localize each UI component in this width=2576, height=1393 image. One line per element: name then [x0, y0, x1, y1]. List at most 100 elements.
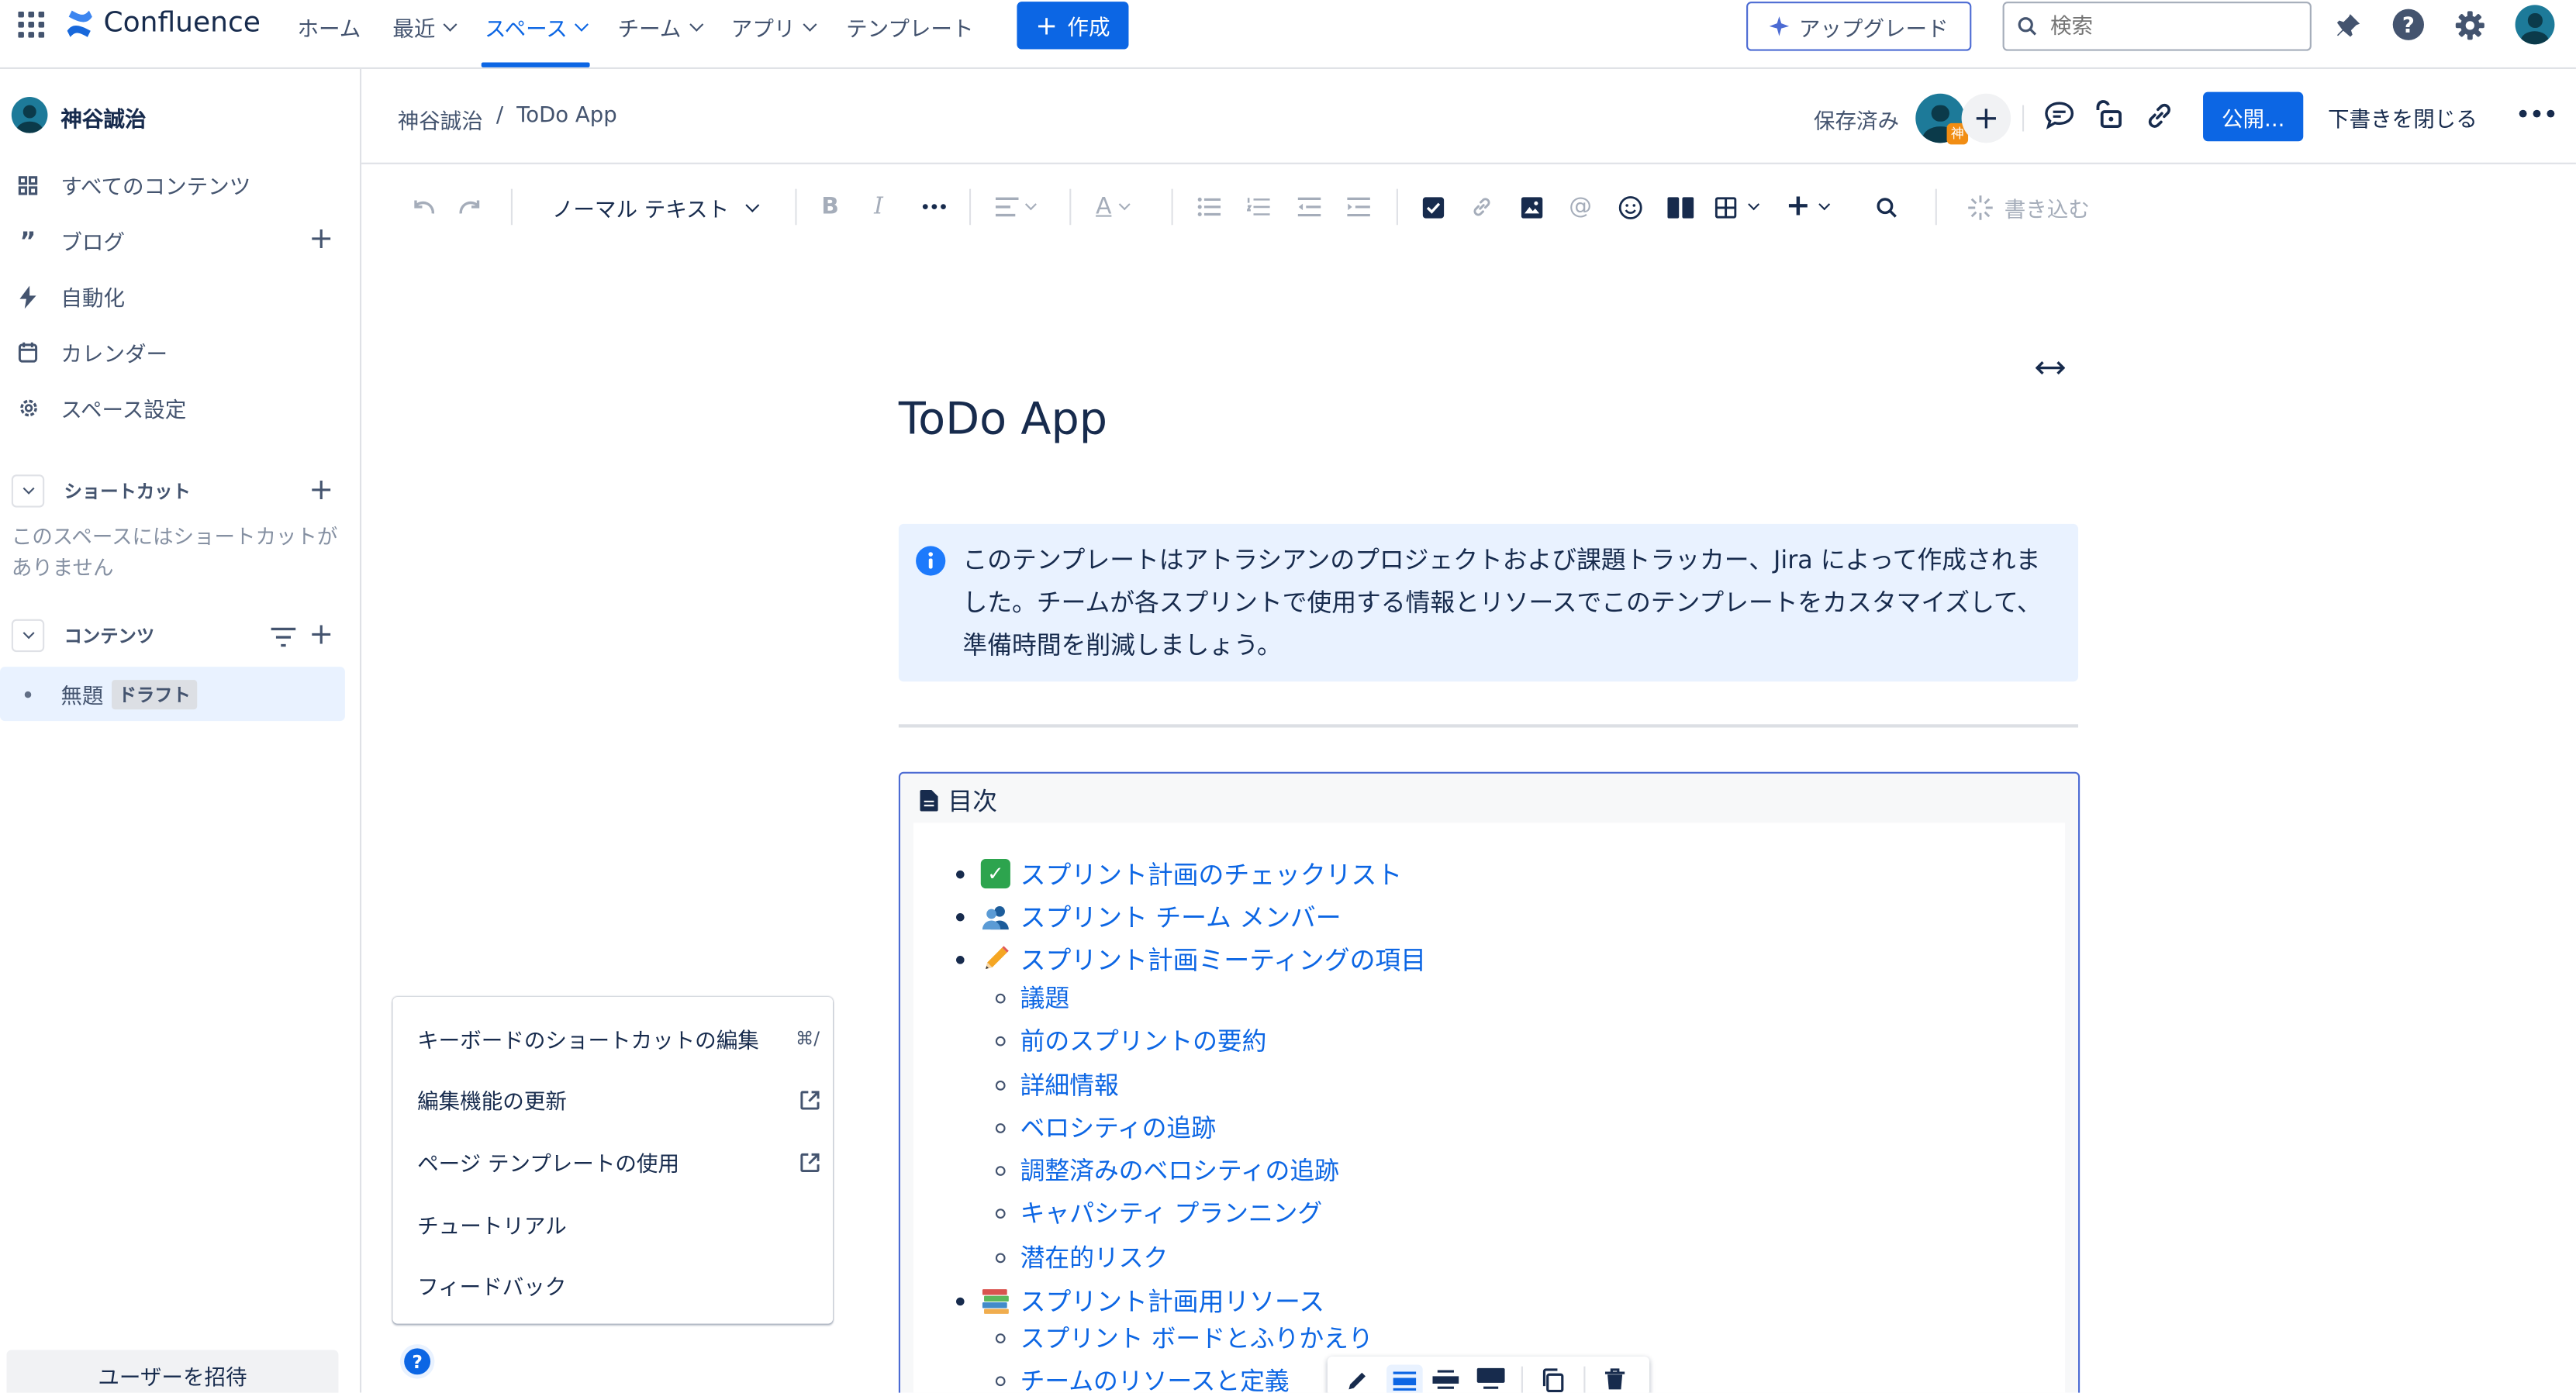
toc-link[interactable]: スプリント チーム メンバー — [1020, 898, 1342, 935]
link-icon[interactable] — [1470, 189, 1493, 226]
upgrade-button[interactable]: アップグレード — [1746, 2, 1972, 51]
emoji-icon[interactable] — [1618, 189, 1643, 226]
toc-link[interactable]: 調整済みのベロシティの追跡 — [1020, 1153, 1339, 1187]
toc-link[interactable]: スプリント ボードとふりかえり — [1020, 1320, 1373, 1354]
nav-teams[interactable]: チーム — [618, 12, 703, 43]
close-draft-button[interactable]: 下書きを閉じる — [2328, 92, 2478, 142]
layouts-icon[interactable] — [1667, 189, 1694, 226]
help-icon[interactable]: ? — [2391, 6, 2427, 43]
toc-link[interactable]: ベロシティの追跡 — [1020, 1110, 1216, 1144]
add-collaborator-button[interactable]: + — [1961, 93, 2011, 143]
profile-avatar[interactable] — [2515, 5, 2555, 45]
table-icon[interactable] — [1714, 189, 1760, 226]
nav-templates[interactable]: テンプレート — [846, 12, 973, 43]
space-name[interactable]: 神谷誠治 — [60, 102, 146, 133]
sidebar-item-automation[interactable]: 自動化 — [16, 281, 125, 312]
add-shortcut-icon[interactable]: + — [309, 475, 333, 505]
toc-subitem[interactable]: ベロシティの追跡 — [995, 1110, 1216, 1144]
restrictions-unlock-icon[interactable] — [2093, 98, 2122, 136]
ai-write-button[interactable]: 書き込む — [1967, 189, 2090, 226]
outdent-icon[interactable] — [1297, 189, 1321, 226]
nav-spaces[interactable]: スペース — [485, 12, 589, 43]
mention-icon[interactable]: @ — [1569, 189, 1592, 226]
toc-item[interactable]: ✓ スプリント計画のチェックリスト — [956, 856, 1402, 892]
layout-center-icon[interactable] — [1386, 1364, 1423, 1393]
nav-home[interactable]: ホーム — [297, 12, 361, 43]
add-content-icon[interactable]: + — [309, 620, 333, 650]
text-color-icon[interactable]: A — [1096, 189, 1130, 226]
edit-pencil-icon[interactable] — [1347, 1370, 1369, 1393]
toc-subitem[interactable]: キャパシティ プランニング — [995, 1195, 1323, 1229]
image-icon[interactable] — [1521, 189, 1543, 226]
nav-recent[interactable]: 最近 — [392, 12, 458, 43]
action-item-checkbox-icon[interactable] — [1422, 189, 1445, 226]
add-blog-icon[interactable]: + — [309, 224, 333, 254]
breadcrumb-page-link[interactable]: ToDo App — [516, 103, 617, 134]
delete-icon[interactable] — [1604, 1368, 1625, 1393]
toc-link[interactable]: 議題 — [1020, 981, 1070, 1015]
editor-help-button[interactable]: ? — [399, 1343, 436, 1386]
sidebar-item-space-settings[interactable]: スペース設定 — [16, 392, 186, 424]
alignment-icon[interactable] — [995, 189, 1037, 226]
undo-icon[interactable] — [409, 189, 436, 226]
italic-icon[interactable]: I — [874, 189, 883, 226]
layout-full-width-icon[interactable] — [1476, 1367, 1505, 1393]
contents-header[interactable]: コンテンツ — [11, 619, 154, 653]
page-tree-item[interactable]: 無題 ドラフト — [0, 667, 345, 722]
more-formatting-icon[interactable]: ••• — [920, 189, 948, 226]
toc-link[interactable]: キャパシティ プランニング — [1020, 1195, 1323, 1229]
toc-subitem[interactable]: 調整済みのベロシティの追跡 — [995, 1153, 1339, 1187]
sidebar-item-all-content[interactable]: すべてのコンテンツ — [16, 169, 250, 200]
sidebar-item-blog[interactable]: ” ブログ — [16, 225, 125, 256]
toc-subitem[interactable]: 前のスプリントの要約 — [995, 1023, 1267, 1057]
numbered-list-icon[interactable] — [1247, 189, 1270, 226]
redo-icon[interactable] — [458, 189, 485, 226]
create-button[interactable]: + 作成 — [1017, 2, 1129, 50]
bold-icon[interactable]: B — [821, 189, 839, 226]
sidebar-item-calendar[interactable]: カレンダー — [16, 336, 167, 368]
toc-item[interactable]: スプリント計画用リソース — [956, 1283, 1324, 1319]
toc-subitem[interactable]: 潜在的リスク — [995, 1240, 1169, 1274]
toc-item[interactable]: スプリント チーム メンバー — [956, 898, 1342, 935]
toc-item[interactable]: スプリント計画ミーティングの項目 — [956, 941, 1426, 978]
comment-icon[interactable] — [2044, 100, 2075, 136]
toc-subitem[interactable]: 議題 — [995, 981, 1070, 1015]
menu-item-feedback[interactable]: フィードバック — [417, 1270, 820, 1301]
toc-subitem[interactable]: 詳細情報 — [995, 1067, 1119, 1102]
toc-link[interactable]: 前のスプリントの要約 — [1020, 1023, 1267, 1057]
more-actions-icon[interactable]: ••• — [2516, 98, 2559, 129]
menu-item-page-templates[interactable]: ページ テンプレートの使用 — [417, 1146, 820, 1177]
text-style-dropdown[interactable]: ノーマル テキスト — [552, 189, 759, 226]
page-title[interactable]: ToDo App — [899, 394, 1107, 445]
menu-item-tutorial[interactable]: チュートリアル — [417, 1209, 820, 1240]
toc-link[interactable]: 詳細情報 — [1020, 1067, 1119, 1102]
nav-apps[interactable]: アプリ — [731, 12, 817, 43]
menu-item-editor-updates[interactable]: 編集機能の更新 — [417, 1084, 820, 1115]
copy-icon[interactable] — [1541, 1368, 1564, 1393]
link-icon[interactable] — [2144, 100, 2175, 138]
toc-link[interactable]: スプリント計画のチェックリスト — [1020, 856, 1403, 892]
indent-icon[interactable] — [1347, 189, 1370, 226]
toc-link[interactable]: チームのリソースと定義 — [1020, 1363, 1290, 1393]
search-input[interactable] — [2050, 14, 2281, 39]
search-box[interactable] — [2002, 2, 2312, 51]
notifications-icon[interactable] — [2329, 6, 2366, 43]
toc-link[interactable]: スプリント計画用リソース — [1020, 1283, 1324, 1319]
confluence-logo[interactable]: Confluence — [64, 6, 261, 40]
find-replace-icon[interactable] — [1876, 189, 1897, 226]
info-panel[interactable]: このテンプレートはアトラシアンのプロジェクトおよび課題トラッカー、Jira によ… — [898, 523, 2079, 682]
space-avatar[interactable] — [11, 96, 48, 133]
insert-more-icon[interactable]: + — [1786, 189, 1831, 226]
toc-link[interactable]: 潜在的リスク — [1020, 1240, 1169, 1274]
width-toggle-icon[interactable] — [2035, 358, 2066, 384]
bullet-list-icon[interactable] — [1197, 189, 1221, 226]
settings-icon[interactable] — [2451, 6, 2488, 43]
shortcuts-header[interactable]: ショートカット — [11, 474, 191, 508]
toc-subitem[interactable]: チームのリソースと定義 — [995, 1363, 1290, 1393]
chevron-down-icon[interactable] — [11, 619, 45, 653]
layout-wide-icon[interactable] — [1432, 1370, 1459, 1393]
publish-button[interactable]: 公開... — [2203, 91, 2304, 142]
toc-subitem[interactable]: スプリント ボードとふりかえり — [995, 1320, 1373, 1354]
invite-users-button[interactable]: ユーザーを招待 — [6, 1350, 339, 1393]
chevron-down-icon[interactable] — [11, 474, 45, 508]
